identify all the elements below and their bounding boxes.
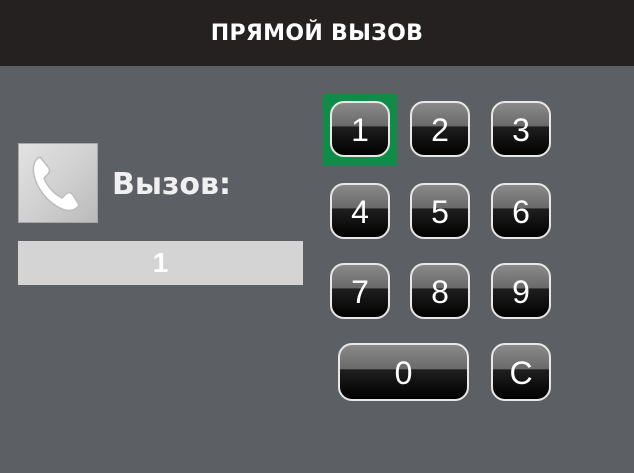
key-4-button[interactable]: 4 [330, 183, 390, 239]
key-5-button[interactable]: 5 [410, 183, 470, 239]
key-9-button[interactable]: 9 [491, 263, 551, 319]
key-1-button[interactable]: 1 [330, 101, 390, 157]
page-title: ПРЯМОЙ ВЫЗОВ [210, 20, 424, 46]
key-8-button[interactable]: 8 [410, 263, 470, 319]
phone-handset-icon [18, 143, 98, 223]
key-7-button[interactable]: 7 [330, 263, 390, 319]
key-6-button[interactable]: 6 [491, 183, 551, 239]
header-bar: ПРЯМОЙ ВЫЗОВ [0, 0, 634, 66]
dialed-number-display: 1 [18, 241, 303, 285]
call-label: Вызов: [112, 167, 232, 202]
clear-button[interactable]: C [491, 343, 551, 401]
key-0-button[interactable]: 0 [338, 343, 469, 401]
dialed-number: 1 [152, 247, 169, 278]
key-2-button[interactable]: 2 [410, 101, 470, 157]
direct-call-screen: ПРЯМОЙ ВЫЗОВ Вызов: 1 1 2 3 4 5 6 7 8 9 … [0, 0, 634, 473]
key-3-button[interactable]: 3 [491, 101, 551, 157]
